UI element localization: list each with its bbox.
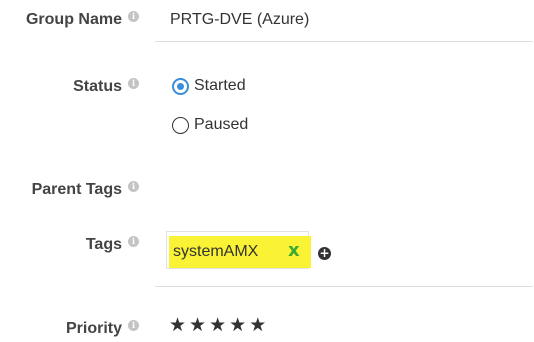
group-name-label-text: Group Name (25, 11, 122, 28)
plus-circle-icon[interactable]: + (318, 247, 331, 260)
parent-tags-label: Parent Tags i (31, 180, 139, 199)
parent-tags-label-text: Parent Tags (31, 181, 122, 198)
info-icon[interactable]: i (128, 319, 139, 331)
star-icon[interactable]: ★ (189, 314, 206, 336)
priority-label-text: Priority (65, 320, 122, 337)
radio-checked-icon[interactable] (172, 77, 189, 95)
group-name-label: Group Name i (25, 10, 139, 29)
tag-chip-label: systemAMX (173, 243, 259, 260)
star-icon[interactable]: ★ (209, 314, 226, 336)
info-icon[interactable]: i (128, 77, 139, 89)
status-option-paused-label: Paused (194, 116, 249, 133)
status-option-started-label: Started (194, 77, 246, 94)
group-name-underline (155, 41, 533, 42)
star-icon[interactable]: ★ (229, 314, 246, 336)
priority-label: Priority i (65, 319, 139, 338)
star-icon[interactable]: ★ (249, 314, 266, 336)
status-radio-paused[interactable]: Paused (172, 116, 248, 134)
status-label: Status i (73, 77, 139, 96)
tag-remove-icon[interactable]: x (288, 239, 300, 263)
info-icon[interactable]: i (128, 235, 139, 247)
tags-underline (155, 286, 533, 287)
tag-chip: systemAMX x (169, 236, 311, 268)
group-name-field[interactable]: PRTG-DVE (Azure) (170, 11, 309, 29)
radio-unchecked-icon[interactable] (172, 116, 189, 134)
star-icon[interactable]: ★ (169, 314, 186, 336)
tags-label: Tags i (85, 235, 139, 254)
info-icon[interactable]: i (128, 10, 139, 22)
priority-stars[interactable]: ★ ★ ★ ★ ★ (169, 314, 266, 336)
tags-label-text: Tags (85, 236, 122, 253)
status-label-text: Status (73, 78, 122, 95)
info-icon[interactable]: i (128, 180, 139, 192)
status-radio-started[interactable]: Started (172, 77, 246, 95)
